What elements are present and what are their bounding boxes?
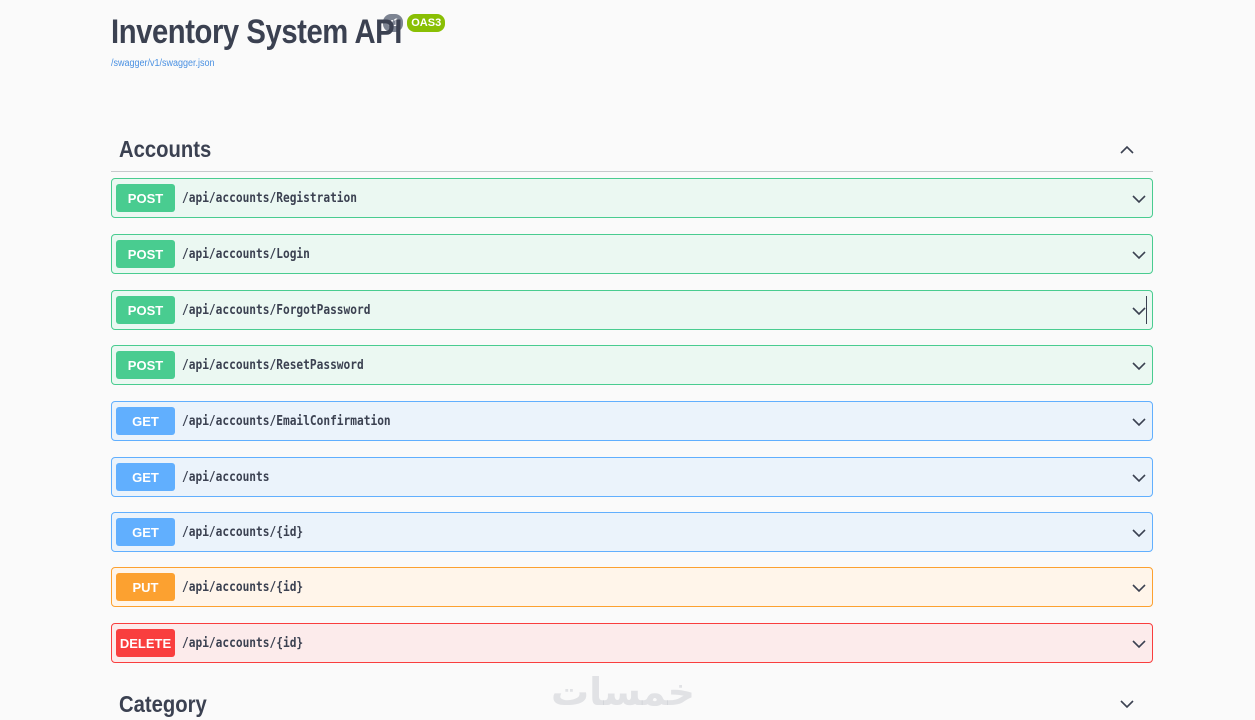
chevron-down-icon[interactable] <box>1132 359 1146 373</box>
operation-path: /api/accounts/Registration <box>182 190 358 206</box>
oas-badge: OAS3 <box>407 14 446 32</box>
chevron-up-icon[interactable] <box>1120 143 1134 157</box>
operation-post-registration[interactable]: POST /api/accounts/Registration <box>111 178 1153 218</box>
operation-delete-account-by-id[interactable]: DELETE /api/accounts/{id} <box>111 623 1153 663</box>
operation-path: /api/accounts/ResetPassword <box>182 357 364 373</box>
operation-path: /api/accounts/EmailConfirmation <box>182 413 391 429</box>
method-badge: POST <box>116 296 175 324</box>
chevron-down-icon[interactable] <box>1132 526 1146 540</box>
watermark-logo: خمسات <box>551 670 695 714</box>
api-title: Inventory System API <box>111 13 402 51</box>
tag-accounts-title: Accounts <box>119 136 212 162</box>
operation-put-account-by-id[interactable]: PUT /api/accounts/{id} <box>111 567 1153 607</box>
title-row: Inventory System API v1 OAS3 <box>111 12 446 52</box>
chevron-down-icon[interactable] <box>1132 415 1146 429</box>
tag-accounts[interactable]: Accounts <box>111 128 1153 172</box>
method-badge: PUT <box>116 573 175 601</box>
operation-get-accounts[interactable]: GET /api/accounts <box>111 457 1153 497</box>
text-cursor <box>1146 296 1147 324</box>
method-badge: GET <box>116 463 175 491</box>
method-badge: GET <box>116 407 175 435</box>
chevron-down-icon[interactable] <box>1132 581 1146 595</box>
operation-post-reset-password[interactable]: POST /api/accounts/ResetPassword <box>111 345 1153 385</box>
operation-path: /api/accounts/ForgotPassword <box>182 302 371 318</box>
chevron-down-icon[interactable] <box>1132 637 1146 651</box>
tag-category-title: Category <box>119 690 207 717</box>
operation-path: /api/accounts <box>182 469 270 485</box>
operation-path: /api/accounts/{id} <box>182 579 304 595</box>
operation-path: /api/accounts/{id} <box>182 524 304 540</box>
chevron-down-icon[interactable] <box>1132 304 1146 318</box>
operation-path: /api/accounts/Login <box>182 246 310 262</box>
chevron-down-icon[interactable] <box>1132 471 1146 485</box>
operation-post-login[interactable]: POST /api/accounts/Login <box>111 234 1153 274</box>
swagger-json-link[interactable]: /swagger/v1/swagger.json <box>111 58 412 69</box>
chevron-down-icon[interactable] <box>1120 697 1134 711</box>
method-badge: POST <box>116 240 175 268</box>
operation-get-account-by-id[interactable]: GET /api/accounts/{id} <box>111 512 1153 552</box>
chevron-down-icon[interactable] <box>1132 248 1146 262</box>
method-badge: POST <box>116 184 175 212</box>
chevron-down-icon[interactable] <box>1132 192 1146 206</box>
operation-path: /api/accounts/{id} <box>182 635 304 651</box>
operation-get-email-confirmation[interactable]: GET /api/accounts/EmailConfirmation <box>111 401 1153 441</box>
method-badge: DELETE <box>116 629 175 657</box>
operation-post-forgot-password[interactable]: POST /api/accounts/ForgotPassword <box>111 290 1153 330</box>
api-info: Inventory System API v1 OAS3 /swagger/v1… <box>111 12 446 69</box>
method-badge: POST <box>116 351 175 379</box>
method-badge: GET <box>116 518 175 546</box>
